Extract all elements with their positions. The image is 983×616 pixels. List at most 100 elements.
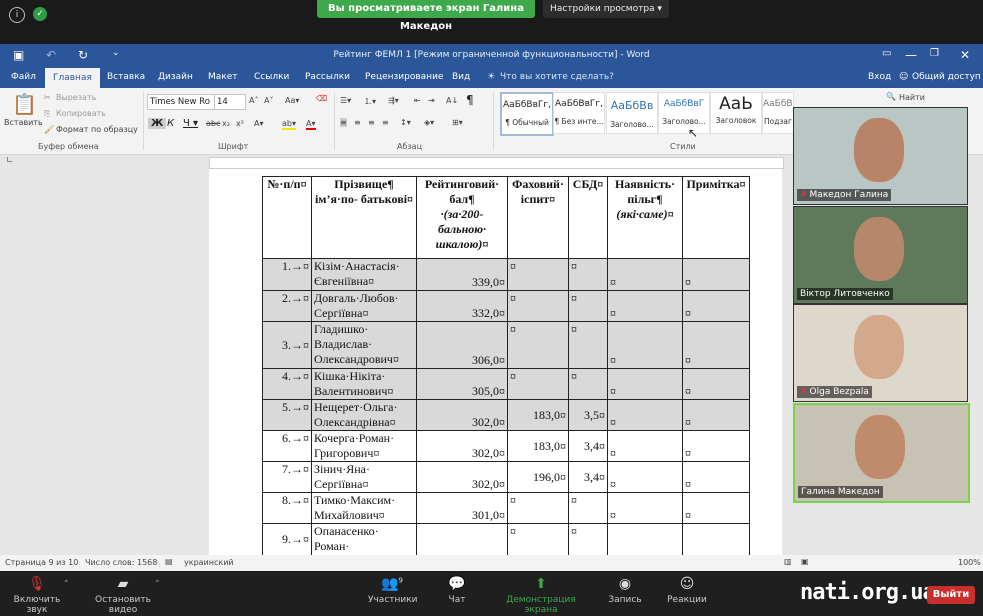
- align-right-icon[interactable]: ≡: [368, 118, 375, 127]
- superscript-button[interactable]: x²: [236, 119, 244, 128]
- font-color-icon[interactable]: A▾: [306, 119, 316, 130]
- shield-icon[interactable]: ✓: [33, 7, 47, 21]
- tell-me-search[interactable]: Что вы хотите сделать?: [500, 72, 614, 82]
- line-spacing-icon[interactable]: ↕▾: [400, 118, 411, 127]
- print-layout-icon[interactable]: ▣: [801, 557, 809, 566]
- grow-font-icon[interactable]: A˄: [249, 96, 258, 105]
- participant-video-active-speaker[interactable]: Галина Македон: [793, 403, 970, 503]
- divider: [334, 92, 335, 150]
- participants-button[interactable]: 👥9 Участники: [368, 576, 418, 605]
- multilevel-list-icon[interactable]: ⇶▾: [388, 96, 399, 105]
- word-count[interactable]: Число слов: 1568: [85, 558, 157, 567]
- justify-icon[interactable]: ≡: [382, 118, 389, 127]
- clear-format-icon[interactable]: ⌫: [316, 94, 327, 103]
- format-painter-button[interactable]: Формат по образцу: [56, 125, 138, 134]
- shading-icon[interactable]: ◈▾: [424, 118, 434, 127]
- align-left-icon[interactable]: ≡: [340, 118, 347, 127]
- view-options-button[interactable]: Настройки просмотра ▾: [543, 0, 669, 18]
- shrink-font-icon[interactable]: A˅: [264, 96, 273, 105]
- leave-meeting-button[interactable]: Выйти: [927, 586, 975, 604]
- share-button[interactable]: Общий доступ: [912, 72, 981, 82]
- page-counter[interactable]: Страница 9 из 10: [5, 558, 78, 567]
- italic-button[interactable]: К: [167, 118, 174, 129]
- copy-button[interactable]: Копировать: [56, 109, 106, 118]
- borders-icon[interactable]: ⊞▾: [452, 118, 463, 127]
- clipboard-group-label: Буфер обмена: [38, 142, 99, 151]
- table-row: 8.→¤ Тимко·Максим· Михайлович¤ 301,0¤ ¤ …: [262, 492, 750, 524]
- strikethrough-button[interactable]: abc: [206, 119, 220, 128]
- sign-in-link[interactable]: Вход: [868, 72, 891, 82]
- tab-layout[interactable]: Макет: [208, 72, 238, 82]
- window-title: Рейтинг ФЕМЛ 1 [Режим ограниченной функц…: [333, 50, 650, 60]
- tab-mailings[interactable]: Рассылки: [305, 72, 350, 82]
- paste-icon[interactable]: 📋: [12, 92, 37, 116]
- audio-options-chevron-icon[interactable]: ˄: [64, 580, 69, 590]
- mouse-cursor-icon: ↖: [688, 126, 699, 140]
- language-indicator[interactable]: украинский: [184, 558, 234, 567]
- close-icon[interactable]: ✕: [960, 48, 970, 62]
- increase-indent-icon[interactable]: ⇥: [428, 96, 435, 105]
- info-icon[interactable]: i: [9, 7, 25, 23]
- reactions-button[interactable]: ☺ Реакции: [667, 576, 707, 605]
- tab-home[interactable]: Главная: [45, 68, 100, 88]
- unmute-button[interactable]: 🎙 Включить звук: [6, 576, 68, 615]
- chat-button[interactable]: 💬 Чат: [445, 576, 469, 605]
- reaction-smiley-icon: ☺: [679, 576, 695, 592]
- style-normal[interactable]: АаБбВвГг, ¶ Обычный: [500, 92, 554, 136]
- share-screen-button[interactable]: ⬆ Демонстрация экрана: [492, 576, 590, 615]
- proofing-icon[interactable]: ▤: [165, 557, 173, 566]
- tab-design[interactable]: Дизайн: [158, 72, 193, 82]
- muted-mic-icon: ✗: [800, 190, 808, 200]
- ranking-table[interactable]: №·п/п¤ Прізвище¶ ім’я·по- батькові¤ Рейт…: [262, 176, 750, 556]
- zoom-top-bar: i ✓ Вы просматриваете экран Галина Макед…: [0, 0, 983, 32]
- align-center-icon[interactable]: ≡: [354, 118, 361, 127]
- minimize-icon[interactable]: —: [905, 48, 917, 62]
- sort-icon[interactable]: A↓: [446, 96, 458, 105]
- subscript-button[interactable]: x₂: [222, 119, 230, 128]
- bullets-icon[interactable]: ☰▾: [340, 96, 351, 105]
- video-options-chevron-icon[interactable]: ˄: [155, 580, 160, 590]
- font-name-select[interactable]: Times New Ro: [147, 94, 215, 110]
- tab-insert[interactable]: Вставка: [107, 72, 145, 82]
- style-no-spacing[interactable]: АаБбВвГг, ¶ Без инте...: [553, 92, 605, 134]
- ribbon-options-icon[interactable]: ▭: [882, 48, 891, 59]
- font-size-select[interactable]: 14: [214, 94, 246, 110]
- table-row: 2.→¤ Довгаль·Любов· Сергіївна¤ 332,0¤ ¤ …: [262, 290, 750, 322]
- highlight-icon[interactable]: ab▾: [282, 119, 296, 130]
- table-row: 5.→¤ Нещерет·Ольга· Олександрівна¤ 302,0…: [262, 399, 750, 431]
- participant-name: ✗ Македон Галина: [797, 189, 892, 201]
- paste-button[interactable]: Вставить: [4, 118, 43, 127]
- decrease-indent-icon[interactable]: ⇤: [414, 96, 421, 105]
- tab-references[interactable]: Ссылки: [254, 72, 289, 82]
- font-group-label: Шрифт: [218, 142, 249, 151]
- participant-video[interactable]: ✗ Olga Bezpala: [793, 304, 968, 402]
- change-case-icon[interactable]: Aa▾: [285, 96, 299, 105]
- text-effects-icon[interactable]: A▾: [254, 119, 264, 128]
- record-button[interactable]: ◉ Запись: [608, 576, 642, 605]
- style-title[interactable]: АаЬ Заголовок: [710, 92, 762, 134]
- stop-video-button[interactable]: ▰ Остановить видео: [82, 576, 164, 615]
- header-note: Примітка¤: [682, 176, 750, 259]
- style-heading-1[interactable]: АаБбВв Заголово...: [606, 92, 658, 134]
- find-button[interactable]: Найти: [899, 93, 925, 102]
- header-score: Рейтинговий· бал¶ ·(за·200- бальною· шка…: [416, 176, 508, 259]
- maximize-icon[interactable]: ❐: [930, 48, 939, 59]
- show-marks-icon[interactable]: ¶: [466, 93, 474, 107]
- zoom-level[interactable]: 100%: [958, 558, 981, 567]
- read-mode-icon[interactable]: ▥: [784, 557, 792, 566]
- participant-face: [854, 118, 904, 182]
- tab-review[interactable]: Рецензирование: [365, 72, 443, 82]
- bold-button[interactable]: Ж: [148, 118, 167, 129]
- participant-video[interactable]: Віктор Литовченко: [793, 206, 968, 304]
- style-heading-2[interactable]: АаБбВвГ Заголово...: [658, 92, 710, 134]
- cut-button[interactable]: Вырезать: [56, 93, 96, 102]
- tab-file[interactable]: Файл: [11, 72, 36, 82]
- underline-button[interactable]: Ч ▾: [183, 118, 198, 129]
- numbering-icon[interactable]: ⒈▾: [364, 96, 376, 107]
- participant-video[interactable]: ✗ Македон Галина: [793, 107, 968, 205]
- style-subtitle[interactable]: АаБбВвГ Подзаг: [762, 92, 794, 134]
- tab-selector-icon[interactable]: ∟: [6, 156, 14, 166]
- participant-name: Віктор Литовченко: [797, 288, 893, 300]
- tab-view[interactable]: Вид: [452, 72, 470, 82]
- horizontal-ruler[interactable]: [209, 157, 784, 169]
